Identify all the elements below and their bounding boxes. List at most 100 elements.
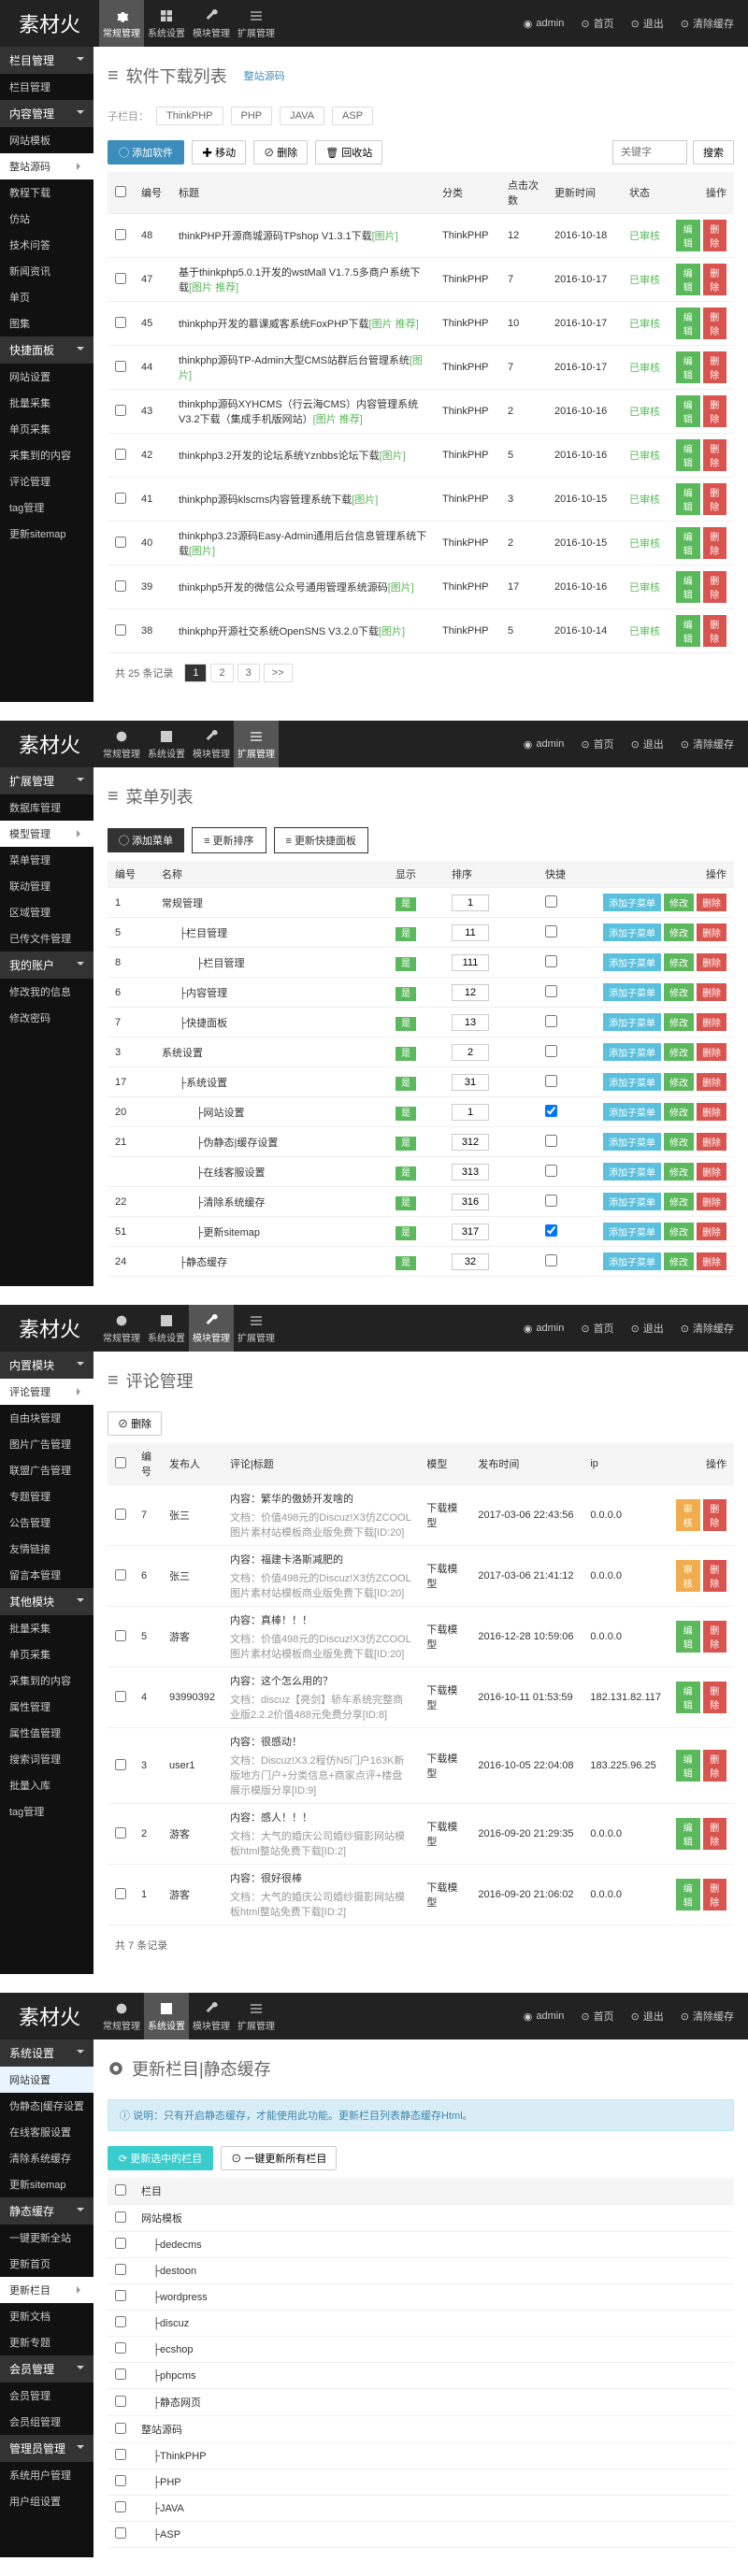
show-badge[interactable]: 是 — [396, 957, 416, 971]
action-button[interactable]: 编辑 — [676, 1621, 700, 1653]
clear-cache-link[interactable]: ⊙ 清除缓存 — [681, 1321, 734, 1336]
delete-button[interactable]: 删除 — [703, 1750, 727, 1782]
sidebar-section-head[interactable]: 我的账户 — [0, 952, 94, 979]
sidebar-item[interactable]: 会员管理 — [0, 2383, 94, 2409]
quick-checkbox[interactable] — [545, 1254, 557, 1267]
edit-button[interactable]: 编辑 — [676, 527, 700, 559]
sort-input[interactable] — [452, 1104, 489, 1121]
home-link[interactable]: ⊙ 首页 — [581, 737, 613, 751]
sidebar-item[interactable]: 图片广告管理 — [0, 1431, 94, 1457]
update-quick-button[interactable]: ≡ 更新快捷面板 — [274, 827, 368, 853]
delete-button[interactable]: 删除 — [703, 351, 727, 383]
recycle-button[interactable]: 🗑 回收站 — [315, 140, 382, 165]
sort-input[interactable] — [452, 984, 489, 1001]
edit-button[interactable]: 修改 — [664, 923, 694, 941]
quick-checkbox[interactable] — [545, 1075, 557, 1087]
sidebar-item[interactable]: 单页 — [0, 284, 94, 310]
row-checkbox[interactable] — [115, 2501, 126, 2512]
sidebar-item[interactable]: 更新sitemap — [0, 2171, 94, 2197]
logout-link[interactable]: ⊙ 退出 — [631, 737, 664, 751]
add-menu-button[interactable]: ◯ 添加菜单 — [108, 828, 184, 852]
search-input[interactable] — [612, 140, 687, 165]
sort-input[interactable] — [452, 1044, 489, 1061]
search-button[interactable]: 搜索 — [693, 140, 734, 165]
sidebar-section-head[interactable]: 内置模块 — [0, 1352, 94, 1379]
row-checkbox[interactable] — [115, 317, 126, 328]
addchild-button[interactable]: 添加子菜单 — [603, 1252, 661, 1270]
addchild-button[interactable]: 添加子菜单 — [603, 953, 661, 971]
user-link[interactable]: ◉ admin — [524, 1323, 565, 1335]
show-badge[interactable]: 是 — [396, 1256, 416, 1270]
action-button[interactable]: 编辑 — [676, 1682, 700, 1713]
row-checkbox[interactable] — [115, 1888, 126, 1899]
sidebar-item[interactable]: 整站源码 — [0, 153, 94, 179]
show-badge[interactable]: 是 — [396, 897, 416, 911]
delete-button[interactable]: 删除 — [697, 1252, 726, 1270]
sidebar-section-head[interactable]: 栏目管理 — [0, 47, 94, 74]
cell-title[interactable]: thinkphp3.23源码Easy-Admin通用后台信息管理系统下载 — [179, 531, 426, 557]
sidebar-section-head[interactable]: 系统设置 — [0, 2039, 94, 2067]
row-checkbox[interactable] — [115, 2396, 126, 2407]
row-checkbox[interactable] — [115, 2449, 126, 2460]
quick-checkbox[interactable] — [545, 925, 557, 937]
show-badge[interactable]: 是 — [396, 1196, 416, 1210]
user-link[interactable]: ◉ admin — [524, 738, 565, 751]
addchild-button[interactable]: 添加子菜单 — [603, 1193, 661, 1210]
sidebar-item[interactable]: 教程下载 — [0, 179, 94, 206]
edit-button[interactable]: 修改 — [664, 1163, 694, 1181]
delete-button[interactable]: 删除 — [703, 1818, 727, 1850]
delete-button[interactable]: 删除 — [703, 1682, 727, 1713]
logout-link[interactable]: ⊙ 退出 — [631, 16, 664, 31]
cell-title[interactable]: thinkphp源码XYHCMS（行云海CMS）内容管理系统V3.2下载（集成手… — [179, 399, 418, 425]
addchild-button[interactable]: 添加子菜单 — [603, 1073, 661, 1091]
row-checkbox[interactable] — [115, 2290, 126, 2301]
row-checkbox[interactable] — [115, 1569, 126, 1581]
sidebar-item[interactable]: 技术问答 — [0, 232, 94, 258]
quick-checkbox[interactable] — [545, 1105, 557, 1117]
show-badge[interactable]: 是 — [396, 1166, 416, 1181]
delete-button[interactable]: 删除 — [697, 1103, 726, 1121]
sidebar-section-head[interactable]: 其他模块 — [0, 1588, 94, 1615]
action-button[interactable]: 编辑 — [676, 1879, 700, 1911]
sidebar-item[interactable]: 批量采集 — [0, 390, 94, 416]
sidebar-item[interactable]: tag管理 — [0, 494, 94, 521]
edit-button[interactable]: 修改 — [664, 1013, 694, 1031]
topmenu-general[interactable]: 常规管理 — [99, 1305, 144, 1352]
delete-button[interactable]: 删除 — [703, 1621, 727, 1653]
row-checkbox[interactable] — [115, 1691, 126, 1702]
sidebar-item[interactable]: tag管理 — [0, 1798, 94, 1825]
action-button[interactable]: 编辑 — [676, 1750, 700, 1782]
clear-cache-link[interactable]: ⊙ 清除缓存 — [681, 16, 734, 31]
delete-button[interactable]: ⊘ 删除 — [108, 1411, 162, 1436]
check-all[interactable] — [115, 1457, 126, 1468]
logout-link[interactable]: ⊙ 退出 — [631, 2009, 664, 2024]
edit-button[interactable]: 修改 — [664, 953, 694, 971]
sidebar-item[interactable]: 一键更新全站 — [0, 2225, 94, 2251]
show-badge[interactable]: 是 — [396, 1017, 416, 1031]
topmenu-module[interactable]: 模块管理 — [189, 721, 234, 767]
sidebar-item[interactable]: 属性管理 — [0, 1694, 94, 1720]
edit-button[interactable]: 编辑 — [676, 571, 700, 603]
move-button[interactable]: ✚ 移动 — [192, 140, 246, 165]
sidebar-item[interactable]: 自由块管理 — [0, 1405, 94, 1431]
sidebar-item[interactable]: 会员组管理 — [0, 2409, 94, 2435]
row-checkbox[interactable] — [115, 1509, 126, 1520]
edit-button[interactable]: 修改 — [664, 983, 694, 1001]
topmenu-general[interactable]: 常规管理 — [99, 0, 144, 47]
quick-checkbox[interactable] — [545, 1135, 557, 1147]
edit-button[interactable]: 编辑 — [676, 351, 700, 383]
cell-title[interactable]: thinkphp开源社交系统OpenSNS V3.2.0下载 — [179, 626, 379, 637]
sidebar-item[interactable]: 留言本管理 — [0, 1562, 94, 1588]
sidebar-item[interactable]: 网站设置 — [0, 2067, 94, 2093]
delete-button[interactable]: 删除 — [703, 439, 727, 471]
delete-button[interactable]: 删除 — [697, 1073, 726, 1091]
logout-link[interactable]: ⊙ 退出 — [631, 1321, 664, 1336]
sidebar-item[interactable]: 友情链接 — [0, 1536, 94, 1562]
user-link[interactable]: ◉ admin — [524, 18, 565, 30]
sidebar-item[interactable]: 在线客服设置 — [0, 2119, 94, 2145]
sidebar-item[interactable]: 区域管理 — [0, 899, 94, 925]
row-checkbox[interactable] — [115, 2527, 126, 2539]
sort-input[interactable] — [452, 1164, 489, 1181]
action-button[interactable]: 编辑 — [676, 1818, 700, 1850]
topmenu-general[interactable]: 常规管理 — [99, 721, 144, 767]
